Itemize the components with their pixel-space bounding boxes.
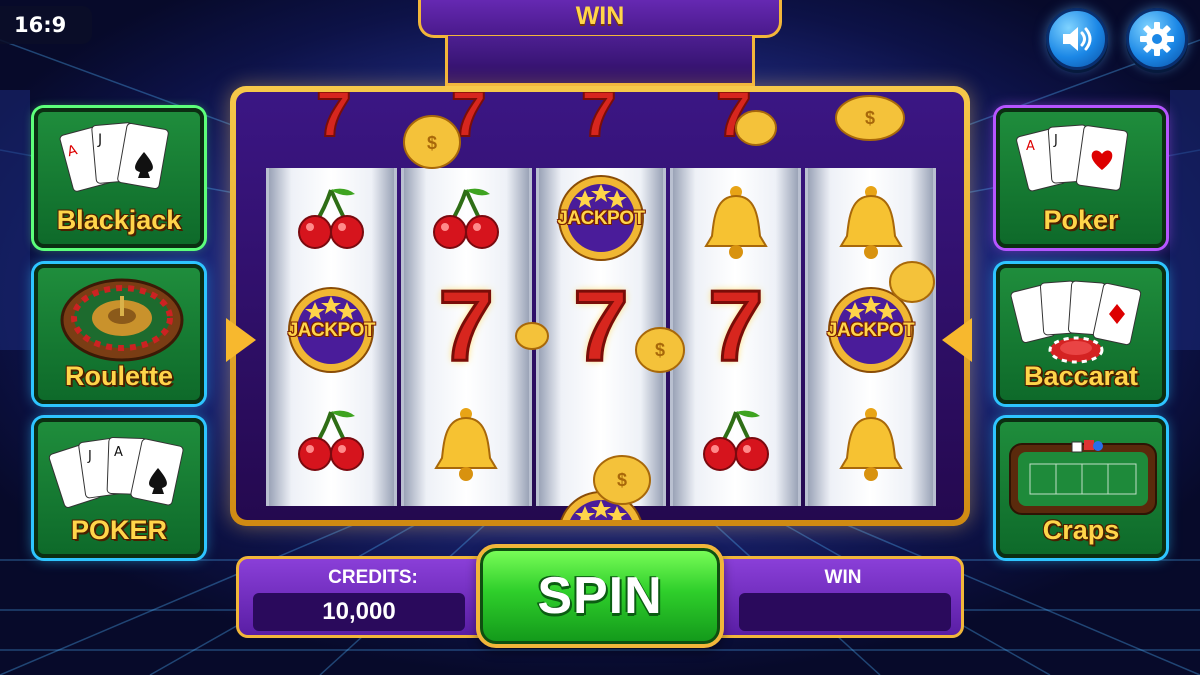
credits-value: 10,000 — [253, 593, 465, 631]
playing-cards-icon: A J — [59, 122, 169, 192]
tile-craps[interactable]: Craps — [996, 418, 1166, 558]
sound-button[interactable] — [1046, 8, 1108, 70]
coins-decoration: $ $ $ $ — [403, 95, 935, 505]
tile-label-blackjack: Blackjack — [56, 205, 182, 235]
svg-text:J: J — [87, 449, 92, 464]
gear-icon — [1140, 22, 1174, 56]
tile-poker-right[interactable]: A J Poker — [996, 108, 1166, 248]
svg-text:$: $ — [427, 133, 437, 153]
win-banner-label: WIN — [575, 2, 625, 30]
craps-table-icon — [1009, 440, 1157, 515]
tile-blackjack[interactable]: A J Blackjack — [34, 108, 204, 248]
win-label: WIN — [824, 567, 862, 588]
payline-arrow-right — [942, 318, 972, 362]
spin-button[interactable]: SPIN — [476, 544, 724, 648]
win-value-display — [739, 593, 951, 631]
tile-label-poker-left: POKER — [70, 515, 168, 545]
svg-text:A: A — [1026, 139, 1035, 154]
tile-label-craps: Craps — [1042, 515, 1120, 545]
credits-label: CREDITS: — [328, 567, 418, 588]
playing-cards-icon: A J — [1016, 124, 1128, 192]
tile-label-roulette: Roulette — [65, 361, 173, 391]
roulette-wheel-icon — [60, 278, 184, 362]
tile-poker-left[interactable]: J A POKER — [34, 418, 204, 558]
svg-text:J: J — [97, 132, 102, 148]
tile-label-poker-right: Poker — [1043, 205, 1119, 235]
playing-cards-icon: J A — [48, 436, 184, 508]
slot-machine-frame: 7 7 7 7 JACKPOT 7 JACKPOT 7 7 JACKPOT $ … — [230, 86, 970, 526]
svg-text:A: A — [114, 445, 123, 460]
svg-text:$: $ — [865, 108, 875, 128]
tile-baccarat[interactable]: Baccarat — [996, 264, 1166, 404]
svg-text:$: $ — [617, 470, 627, 490]
svg-text:J: J — [1053, 133, 1058, 148]
slot-machine-inner: 7 7 7 7 JACKPOT 7 JACKPOT 7 7 JACKPOT $ … — [236, 92, 964, 520]
svg-text:$: $ — [655, 340, 665, 360]
payline-arrow-left — [226, 318, 256, 362]
spin-label: SPIN — [537, 567, 663, 625]
tile-roulette[interactable]: Roulette — [34, 264, 204, 404]
tile-label-baccarat: Baccarat — [1023, 361, 1139, 391]
win-banner: WIN — [418, 0, 782, 38]
settings-button[interactable] — [1126, 8, 1188, 70]
aspect-ratio-badge: 16:9 — [0, 6, 92, 44]
win-banner-display — [445, 36, 755, 86]
cards-and-chip-icon — [1010, 280, 1142, 364]
speaker-icon — [1063, 27, 1092, 51]
